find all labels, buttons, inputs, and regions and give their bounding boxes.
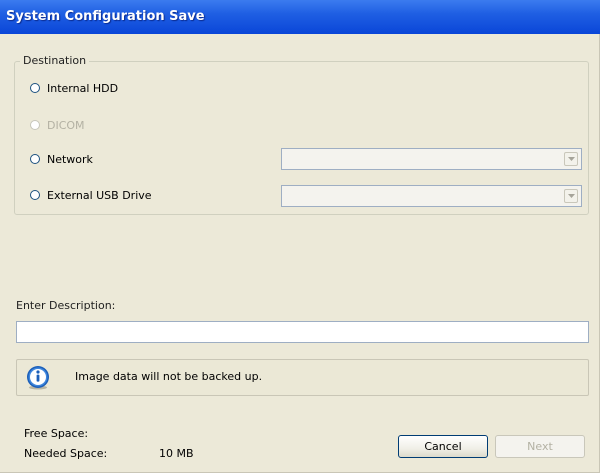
usb-drive-combobox[interactable] bbox=[281, 185, 582, 207]
radio-label-internal-hdd: Internal HDD bbox=[47, 81, 119, 95]
needed-space-value: 10 MB bbox=[159, 447, 194, 460]
radio-network[interactable]: Network bbox=[30, 151, 93, 167]
description-label: Enter Description: bbox=[16, 299, 116, 312]
radio-dicom: DICOM bbox=[30, 117, 85, 133]
network-dropdown-button[interactable] bbox=[564, 152, 578, 166]
chevron-down-icon bbox=[568, 157, 575, 161]
radio-button-internal-hdd[interactable] bbox=[30, 83, 40, 93]
info-message-box: Image data will not be backed up. bbox=[16, 359, 589, 396]
description-input[interactable] bbox=[16, 321, 589, 343]
needed-space-label: Needed Space: bbox=[24, 447, 108, 460]
window-title: System Configuration Save bbox=[6, 9, 205, 24]
cancel-button[interactable]: Cancel bbox=[398, 435, 488, 458]
radio-external-usb[interactable]: External USB Drive bbox=[30, 187, 152, 203]
system-configuration-save-dialog: System Configuration Save Destination In… bbox=[0, 0, 600, 473]
radio-button-network[interactable] bbox=[30, 154, 40, 164]
radio-button-external-usb[interactable] bbox=[30, 190, 40, 200]
radio-label-external-usb: External USB Drive bbox=[47, 188, 152, 202]
radio-label-network: Network bbox=[47, 152, 93, 166]
destination-group-label: Destination bbox=[20, 54, 90, 67]
chevron-down-icon bbox=[568, 194, 575, 198]
next-button[interactable]: Next bbox=[495, 435, 585, 458]
free-space-label: Free Space: bbox=[24, 427, 89, 440]
info-message-text: Image data will not be backed up. bbox=[75, 370, 263, 383]
radio-button-dicom bbox=[30, 120, 40, 130]
info-icon bbox=[27, 366, 49, 390]
radio-label-dicom: DICOM bbox=[47, 118, 85, 132]
usb-drive-dropdown-button[interactable] bbox=[564, 189, 578, 203]
network-combobox[interactable] bbox=[281, 148, 582, 170]
radio-internal-hdd[interactable]: Internal HDD bbox=[30, 80, 118, 96]
title-bar[interactable]: System Configuration Save bbox=[0, 0, 600, 34]
